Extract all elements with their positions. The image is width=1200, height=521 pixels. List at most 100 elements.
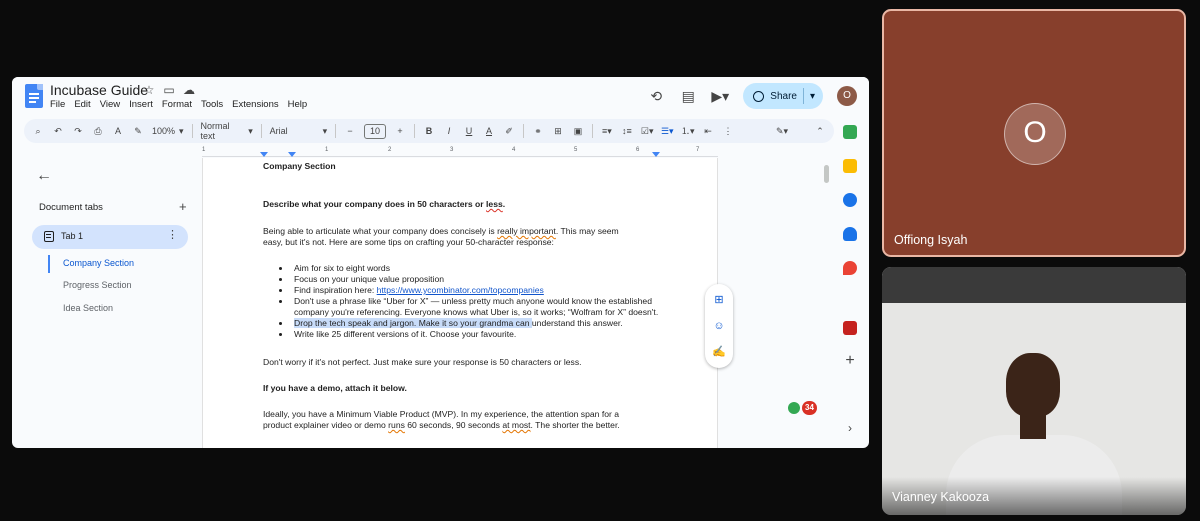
hide-panel-icon[interactable]: › [843,421,857,435]
selected-text[interactable]: Drop the tech speak and jargon. Make it … [294,318,532,328]
bold-icon[interactable]: B [423,119,435,143]
paragraph-1-line-1: Being able to articulate what your compa… [263,226,619,236]
document-tabs-heading: Document tabs [39,202,103,213]
participant-name: Vianney Kakooza [892,490,990,504]
bullet-5: Drop the tech speak and jargon. Make it … [294,318,623,328]
right-indent-marker[interactable] [652,152,660,157]
star-icon[interactable]: ☆ [142,83,156,97]
participant-name: Offiong Isyah [894,233,968,247]
outline-company-section[interactable]: Company Section [63,258,134,268]
bullet-4-line-2: company you're referencing. Everyone kno… [294,307,659,317]
calendar-icon[interactable] [843,125,857,139]
menu-insert[interactable]: Insert [129,99,153,110]
collapse-toolbar-icon[interactable]: ⌃ [814,119,826,143]
emoji-reaction-icon[interactable]: ☺ [712,320,726,332]
link-icon[interactable]: ⚭ [532,119,544,143]
underline-icon[interactable]: U [463,119,475,143]
text-color-icon[interactable]: A [483,119,495,143]
redo-icon[interactable]: ↷ [72,119,84,143]
menu-tools[interactable]: Tools [201,99,223,110]
horizontal-ruler[interactable]: 1 1 2 3 4 5 6 7 [202,147,718,157]
menu-file[interactable]: File [50,99,65,110]
zoom-select[interactable]: 100% ▾ [152,126,184,137]
paragraph-1-line-2: easy, but it's not. Here are some tips o… [263,237,554,247]
globe-icon [753,90,765,102]
document-title[interactable]: Incubase Guide [50,82,148,98]
title-bar: Incubase Guide ☆ ▭ ☁ File Edit View Inse… [12,77,869,117]
add-comment-icon[interactable]: ⊞ [552,119,564,143]
print-icon[interactable]: ⎙ [92,119,104,143]
search-menus-icon[interactable]: ⌕ [32,119,44,143]
add-comment-float-icon[interactable]: ⊞ [712,294,726,306]
menu-format[interactable]: Format [162,99,192,110]
tab-1[interactable]: Tab 1 ⋮ [32,225,188,249]
first-line-indent-marker[interactable] [288,152,296,157]
align-icon[interactable]: ≡▾ [601,119,613,143]
indent-icon[interactable]: ⇤ [702,119,714,143]
formatting-toolbar: ⌕ ↶ ↷ ⎙ A ✎ 100% ▾ Normal text ▾ Arial ▾ − … [24,119,834,143]
document-page[interactable]: Company Section Describe what your compa… [202,158,718,448]
tasks-icon[interactable] [843,193,857,207]
share-button[interactable]: Share ▾ [743,83,823,109]
docs-logo-icon[interactable] [25,84,43,108]
history-icon[interactable]: ⟲ [647,87,665,105]
share-dropdown-icon[interactable]: ▾ [810,91,815,102]
meet-icon[interactable]: ▶▾ [711,87,729,105]
tab-1-label: Tab 1 [61,231,84,241]
inspiration-link[interactable]: https://www.ycombinator.com/topcompanies [377,285,544,295]
get-addons-icon[interactable]: + [843,353,857,369]
share-label: Share [770,90,797,102]
outline-active-bar [48,255,50,273]
tab-icon [44,231,54,242]
italic-icon[interactable]: I [443,119,455,143]
collab-badge[interactable]: 34 [788,401,817,415]
paint-format-icon[interactable]: ✎ [132,119,144,143]
outline-progress-section[interactable]: Progress Section [63,280,132,290]
outline-idea-section[interactable]: Idea Section [63,303,113,313]
participant-avatar: O [1004,103,1066,165]
increase-font-icon[interactable]: + [394,119,406,143]
more-icon[interactable]: ⋮ [722,119,734,143]
decrease-font-icon[interactable]: − [344,119,356,143]
title-icons: ☆ ▭ ☁ [142,83,196,97]
insert-image-icon[interactable]: ▣ [572,119,584,143]
bulleted-list-icon[interactable]: ☰▾ [661,119,674,143]
spellcheck-icon[interactable]: A [112,119,124,143]
contacts-icon[interactable] [843,227,857,241]
suggest-edits-icon[interactable]: ✍ [712,346,726,358]
menu-extensions[interactable]: Extensions [232,99,278,110]
comment-icon[interactable]: ▤ [679,87,697,105]
addon-icon[interactable] [843,321,857,335]
style-select[interactable]: Normal text ▾ [201,121,253,141]
highlight-icon[interactable]: ✐ [503,119,515,143]
menu-view[interactable]: View [100,99,120,110]
bullet-4-line-1: Don't use a phrase like “Uber for X” — u… [294,296,652,306]
section-title: Company Section [263,161,336,171]
cloud-icon[interactable]: ☁ [182,83,196,97]
font-select[interactable]: Arial ▾ [270,126,327,137]
line-spacing-icon[interactable]: ↕≡ [621,119,633,143]
keep-icon[interactable] [843,159,857,173]
back-arrow-icon[interactable]: ← [36,167,52,185]
folder-icon[interactable]: ▭ [162,83,176,97]
numbered-list-icon[interactable]: ⒈▾ [681,119,695,143]
header-actions: ⟲ ▤ ▶▾ Share ▾ O [647,83,857,109]
undo-icon[interactable]: ↶ [52,119,64,143]
checklist-icon[interactable]: ☑▾ [641,119,654,143]
paragraph-2: Don't worry if it's not perfect. Just ma… [263,357,582,367]
scrollbar-thumb[interactable] [824,165,829,183]
menu-edit[interactable]: Edit [74,99,90,110]
paragraph-3-line-1: Ideally, you have a Minimum Viable Produ… [263,409,620,419]
add-tab-icon[interactable]: + [179,199,187,214]
editing-mode-icon[interactable]: ✎▾ [776,119,788,143]
participant-tile-vianney[interactable]: Vianney Kakooza [882,267,1186,515]
maps-icon[interactable] [843,261,857,275]
font-size-input[interactable]: 10 [364,123,387,139]
left-indent-marker[interactable] [260,152,268,157]
participant-tile-offiong[interactable]: O Offiong Isyah [882,9,1186,257]
floating-actions: ⊞ ☺ ✍ [705,284,733,368]
tab-options-icon[interactable]: ⋮ [167,228,178,241]
account-avatar[interactable]: O [837,86,857,106]
menu-help[interactable]: Help [288,99,308,110]
bullet-1: Aim for six to eight words [294,263,390,273]
